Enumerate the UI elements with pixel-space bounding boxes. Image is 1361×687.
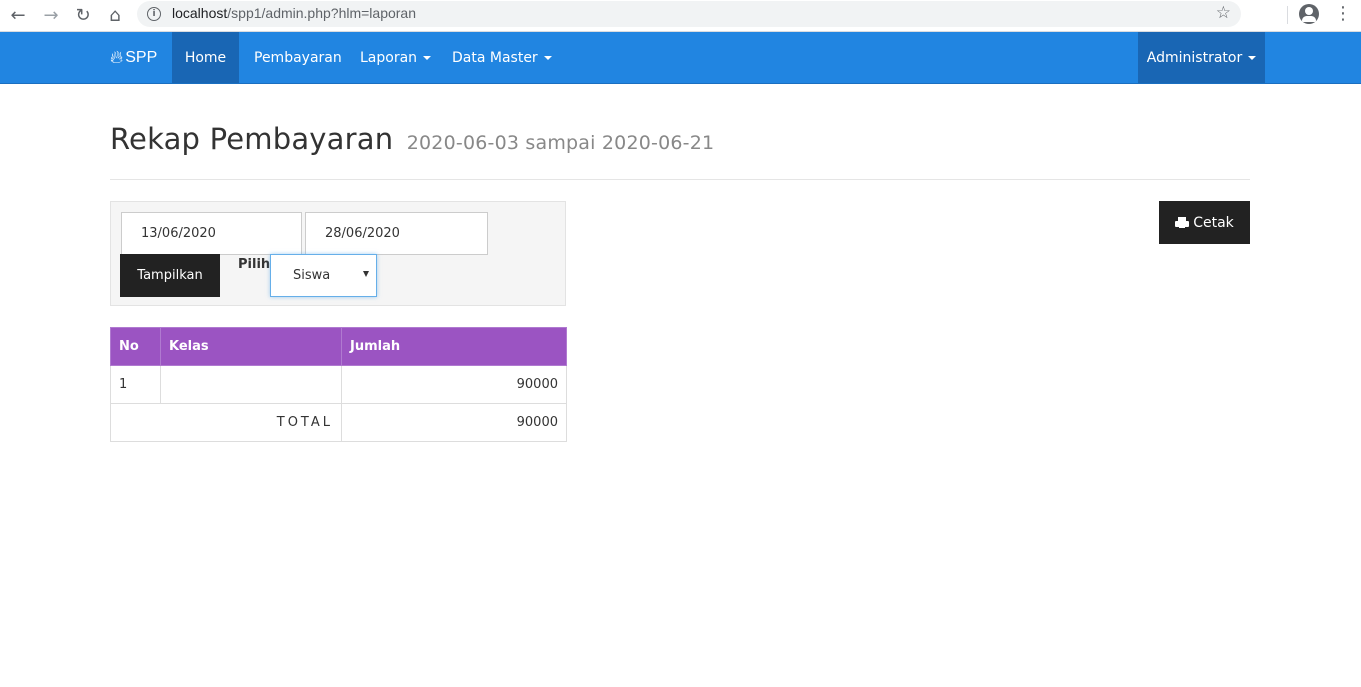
top-navbar: 🔥︎ SPP Home Pembayaran Laporan Data Mast… <box>0 32 1361 84</box>
nav-home-label: Home <box>184 49 227 66</box>
nav-laporan[interactable]: Laporan <box>345 32 446 83</box>
toolbar-divider <box>1287 6 1288 24</box>
brand-text: SPP <box>125 48 158 66</box>
date-to-input[interactable]: 28/06/2020 <box>305 212 488 255</box>
date-from-value: 13/06/2020 <box>141 226 216 241</box>
brand-logo[interactable]: 🔥︎ SPP <box>110 32 157 83</box>
back-arrow-icon[interactable]: ← <box>5 2 31 28</box>
rekap-table: No Kelas Jumlah 1 90000 TOTAL 90000 <box>110 327 567 442</box>
info-icon[interactable]: i <box>147 7 161 21</box>
print-icon <box>1175 216 1190 229</box>
total-value: 90000 <box>341 403 567 442</box>
url-text: localhost/spp1/admin.php?hlm=laporan <box>172 5 416 21</box>
user-name: Administrator <box>1146 49 1243 66</box>
flame-icon: 🔥︎ <box>110 47 124 67</box>
page-subtitle: 2020-06-03 sampai 2020-06-21 <box>406 132 715 154</box>
table-row: 1 90000 <box>110 365 567 404</box>
header-no: No <box>110 327 161 366</box>
pilih-label: Pilih <box>238 257 271 272</box>
header-divider <box>110 179 1250 180</box>
nav-user-menu[interactable]: Administrator <box>1138 32 1265 83</box>
cetak-button[interactable]: Cetak <box>1159 201 1250 244</box>
bookmark-star-icon[interactable]: ☆ <box>1216 3 1231 23</box>
header-jumlah: Jumlah <box>341 327 567 366</box>
caret-down-icon <box>423 55 432 60</box>
reload-icon[interactable]: ↻ <box>70 2 96 28</box>
nav-data-master-label: Data Master <box>452 49 538 66</box>
header-kelas: Kelas <box>160 327 342 366</box>
cell-no: 1 <box>110 365 161 404</box>
nav-home[interactable]: Home <box>172 32 239 83</box>
caret-down-icon <box>1248 55 1257 60</box>
caret-down-icon <box>543 55 552 60</box>
url-host: localhost <box>172 5 228 21</box>
home-icon[interactable]: ⌂ <box>102 2 128 28</box>
pilih-select-value: Siswa <box>293 268 331 283</box>
select-arrow-icon <box>363 271 369 277</box>
kebab-menu-icon[interactable]: ⋮ <box>1334 4 1352 24</box>
forward-arrow-icon[interactable]: → <box>38 2 64 28</box>
account-icon[interactable] <box>1299 4 1319 24</box>
filter-panel: 13/06/2020 28/06/2020 Tampilkan Pilih Si… <box>110 201 566 306</box>
cetak-label: Cetak <box>1193 214 1234 231</box>
total-label: TOTAL <box>110 403 342 442</box>
url-path: /spp1/admin.php?hlm=laporan <box>227 5 417 21</box>
browser-toolbar: ← → ↻ ⌂ i localhost/spp1/admin.php?hlm=l… <box>0 0 1361 32</box>
nav-laporan-label: Laporan <box>360 49 418 66</box>
cell-kelas <box>160 365 342 404</box>
nav-pembayaran[interactable]: Pembayaran <box>239 32 357 83</box>
pilih-select[interactable]: Siswa <box>270 254 377 297</box>
tampilkan-button[interactable]: Tampilkan <box>120 254 220 297</box>
nav-data-master[interactable]: Data Master <box>437 32 567 83</box>
table-header-row: No Kelas Jumlah <box>110 327 567 366</box>
tampilkan-label: Tampilkan <box>137 268 203 283</box>
page-title-text: Rekap Pembayaran <box>110 122 394 156</box>
date-from-input[interactable]: 13/06/2020 <box>121 212 302 255</box>
page-title: Rekap Pembayaran 2020-06-03 sampai 2020-… <box>110 122 714 156</box>
nav-pembayaran-label: Pembayaran <box>254 49 342 66</box>
total-row: TOTAL 90000 <box>110 403 567 442</box>
address-bar[interactable]: i localhost/spp1/admin.php?hlm=laporan ☆ <box>137 1 1241 27</box>
date-to-value: 28/06/2020 <box>325 226 400 241</box>
cell-jumlah: 90000 <box>341 365 567 404</box>
